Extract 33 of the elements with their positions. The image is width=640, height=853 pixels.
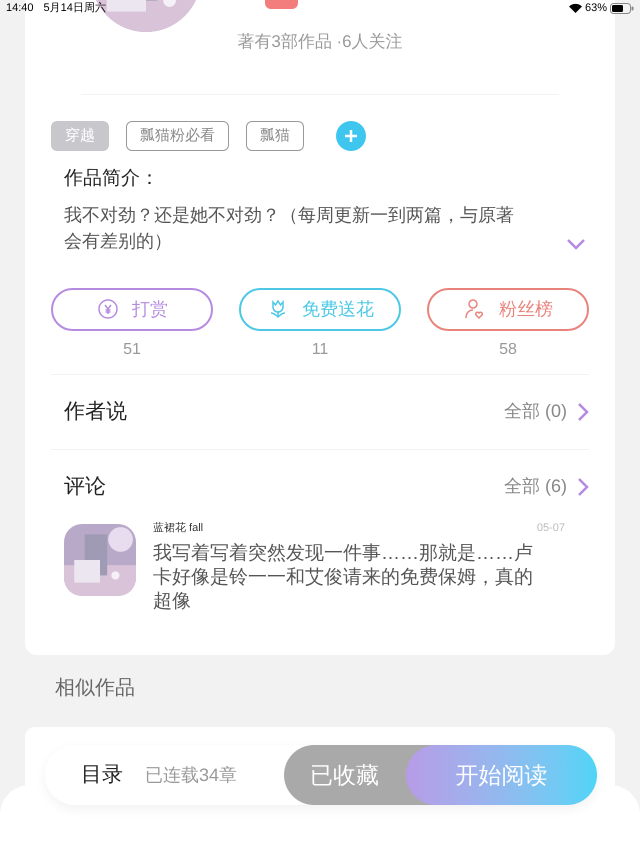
comment-username: 蓝裙花 fall: [153, 520, 204, 536]
wifi-icon: [568, 3, 582, 13]
summary-text: 我不对劲？还是她不对劲？（每周更新一到两篇，与原著会有差别的）: [64, 204, 515, 252]
battery-percent: 63%: [584, 0, 607, 16]
section-title: 相似作品: [55, 676, 136, 701]
catalog-button[interactable]: 目录: [81, 759, 123, 791]
expand-chevron-icon[interactable]: [566, 238, 586, 250]
author-stats: 著有3部作品 ·6人关注: [236, 31, 404, 53]
comment-date: 05-07: [536, 520, 565, 536]
action-button[interactable]: 打赏: [51, 288, 213, 330]
tag[interactable]: 瓢猫: [246, 121, 304, 151]
section-title: 评论: [64, 474, 106, 500]
status-date: 5月14日周六: [44, 0, 106, 16]
yen-coin-icon: [96, 297, 120, 321]
chapter-count: 已连载34章: [145, 764, 238, 786]
tag[interactable]: 瓢猫粉必看: [126, 121, 229, 151]
action-count: 51: [123, 340, 141, 360]
action-count: 58: [499, 340, 517, 360]
status-time: 14:40: [6, 0, 34, 16]
comment-text: 我写着写着突然发现一件事……那就是……卢卡好像是铃一一和艾俊请来的免费保姆，真的超像: [153, 542, 534, 614]
section-title: 作者说: [64, 398, 127, 425]
battery-icon: [610, 2, 634, 14]
action-button[interactable]: 免费送花: [239, 288, 401, 330]
chevron-right-icon: [577, 476, 589, 496]
see-all-link[interactable]: 全部 (6): [504, 473, 589, 500]
action-count: 11: [312, 340, 328, 360]
plus-icon: [344, 129, 358, 143]
summary-heading: 作品简介：: [64, 167, 160, 191]
start-reading-button[interactable]: 开始阅读: [406, 745, 597, 805]
see-all-link[interactable]: 全部 (0): [504, 398, 589, 425]
add-tag-button[interactable]: [336, 121, 366, 151]
action-button[interactable]: 粉丝榜: [427, 288, 589, 330]
chevron-right-icon: [577, 402, 589, 422]
